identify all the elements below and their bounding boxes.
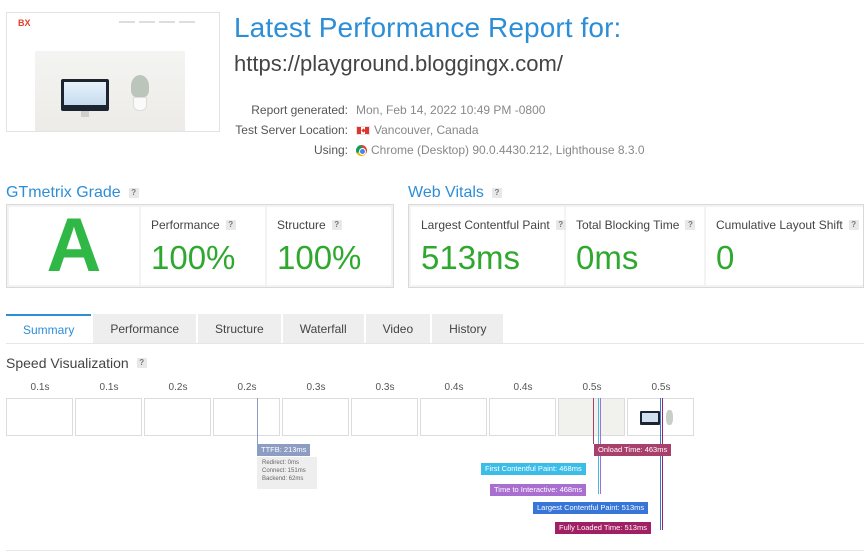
gtmetrix-grade-title: GTmetrix Grade ? bbox=[6, 184, 139, 202]
meta-value: Chrome (Desktop) 90.0.4430.212, Lighthou… bbox=[371, 143, 645, 157]
tabs-divider bbox=[6, 343, 864, 344]
tab-video[interactable]: Video bbox=[365, 314, 431, 344]
filmstrip-frame[interactable] bbox=[282, 398, 349, 436]
tab-performance[interactable]: Performance bbox=[93, 314, 197, 344]
lcp-value: 513ms bbox=[421, 239, 521, 276]
onload-line bbox=[593, 398, 594, 444]
help-icon[interactable]: ? bbox=[225, 220, 236, 230]
tab-summary[interactable]: Summary bbox=[6, 314, 92, 344]
filmstrip-frame[interactable] bbox=[489, 398, 556, 436]
canada-flag-icon bbox=[356, 125, 370, 135]
filmstrip-frame[interactable] bbox=[558, 398, 625, 436]
lcp-marker: Largest Contentful Paint: 513ms bbox=[533, 502, 649, 514]
time-tick: 0.1s bbox=[99, 382, 119, 393]
time-tick: 0.5s bbox=[651, 382, 671, 393]
grade-card: A bbox=[9, 207, 139, 285]
cls-label: Cumulative Layout Shift bbox=[716, 218, 843, 232]
onload-marker: Onload Time: 463ms bbox=[594, 444, 672, 456]
web-vitals-title: Web Vitals ? bbox=[408, 184, 502, 202]
meta-label: Test Server Location: bbox=[235, 123, 348, 137]
performance-value: 100% bbox=[151, 239, 236, 276]
time-tick: 0.5s bbox=[582, 382, 602, 393]
tab-history[interactable]: History bbox=[432, 314, 504, 344]
grade-letter: A bbox=[46, 203, 102, 288]
meta-label: Using: bbox=[313, 143, 348, 157]
fcp-marker: First Contentful Paint: 468ms bbox=[481, 463, 586, 475]
report-title: Latest Performance Report for: bbox=[234, 12, 622, 43]
help-icon[interactable]: ? bbox=[331, 220, 342, 230]
performance-label: Performance bbox=[151, 218, 220, 232]
filmstrip-frame[interactable] bbox=[75, 398, 142, 436]
thumbnail-hero-image bbox=[35, 51, 185, 131]
structure-card: Structure ? 100% bbox=[267, 207, 391, 285]
time-tick: 0.2s bbox=[237, 382, 257, 393]
meta-report-generated: Report generated: Mon, Feb 14, 2022 10:4… bbox=[220, 103, 820, 121]
meta-using: Using: Chrome (Desktop) 90.0.4430.212, L… bbox=[220, 143, 820, 161]
ttfb-line bbox=[257, 398, 258, 444]
ttfb-marker: TTFB: 213ms bbox=[257, 444, 311, 456]
time-tick: 0.3s bbox=[375, 382, 395, 393]
lcp-card: Largest Contentful Paint ? 513ms bbox=[411, 207, 566, 285]
structure-label: Structure bbox=[277, 218, 326, 232]
web-vitals-panel: Largest Contentful Paint ? 513ms Total B… bbox=[408, 204, 864, 288]
tab-structure[interactable]: Structure bbox=[198, 314, 281, 344]
tbt-label: Total Blocking Time bbox=[576, 218, 680, 232]
report-tabs: Summary Performance Structure Waterfall … bbox=[6, 314, 505, 344]
cls-value: 0 bbox=[716, 239, 735, 276]
help-icon[interactable]: ? bbox=[848, 220, 859, 230]
help-icon[interactable]: ? bbox=[685, 220, 696, 230]
filmstrip-frame[interactable] bbox=[144, 398, 211, 436]
time-tick: 0.1s bbox=[30, 382, 50, 393]
thumbnail-logo: BX bbox=[18, 18, 31, 28]
lcp-line bbox=[660, 398, 661, 530]
tti-marker: Time to Interactive: 468ms bbox=[490, 484, 587, 496]
filmstrip-frame[interactable] bbox=[420, 398, 487, 436]
filmstrip-frame[interactable] bbox=[351, 398, 418, 436]
cls-card: Cumulative Layout Shift ? 0 bbox=[706, 207, 863, 285]
lcp-label: Largest Contentful Paint bbox=[421, 218, 550, 232]
meta-value: Mon, Feb 14, 2022 10:49 PM -0800 bbox=[356, 103, 546, 117]
structure-value: 100% bbox=[277, 239, 362, 276]
speed-visualization-title: Speed Visualization ? bbox=[6, 355, 147, 371]
fully-loaded-marker: Fully Loaded Time: 513ms bbox=[555, 522, 651, 534]
report-url[interactable]: https://playground.bloggingx.com/ bbox=[234, 51, 563, 77]
chrome-icon bbox=[356, 144, 367, 156]
filmstrip-frame[interactable] bbox=[213, 398, 280, 436]
time-tick: 0.4s bbox=[513, 382, 533, 393]
performance-card: Performance ? 100% bbox=[141, 207, 265, 285]
filmstrip-frame[interactable] bbox=[6, 398, 73, 436]
time-tick: 0.3s bbox=[306, 382, 326, 393]
time-tick: 0.2s bbox=[168, 382, 188, 393]
page-screenshot-thumbnail: BX bbox=[6, 12, 220, 132]
help-icon[interactable]: ? bbox=[136, 358, 147, 368]
meta-label: Report generated: bbox=[251, 103, 348, 117]
tbt-value: 0ms bbox=[576, 239, 639, 276]
help-icon[interactable]: ? bbox=[128, 188, 139, 198]
section-divider bbox=[6, 550, 864, 551]
time-tick: 0.4s bbox=[444, 382, 464, 393]
help-icon[interactable]: ? bbox=[555, 220, 566, 230]
ttfb-details: Redirect: 0ms Connect: 151ms Backend: 62… bbox=[257, 457, 317, 489]
help-icon[interactable]: ? bbox=[491, 188, 502, 198]
tab-waterfall[interactable]: Waterfall bbox=[282, 314, 364, 344]
meta-test-server-location: Test Server Location: Vancouver, Canada bbox=[220, 123, 820, 141]
gtmetrix-grade-panel: A Performance ? 100% Structure ? 100% bbox=[6, 204, 394, 288]
fully-loaded-line bbox=[662, 398, 663, 530]
tbt-card: Total Blocking Time ? 0ms bbox=[566, 207, 704, 285]
meta-value: Vancouver, Canada bbox=[374, 123, 479, 137]
